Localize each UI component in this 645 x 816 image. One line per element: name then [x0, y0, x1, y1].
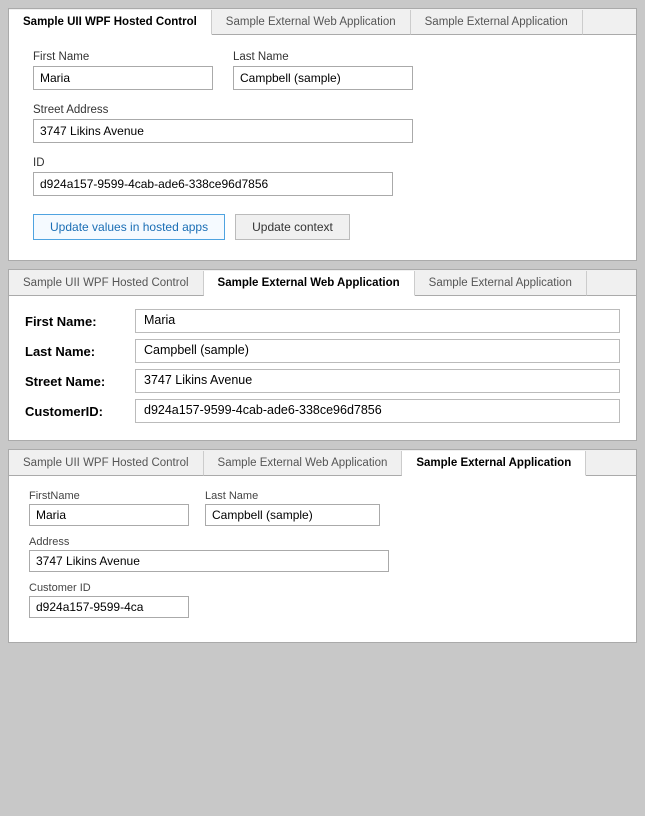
web-row-lastname: Last Name: Campbell (sample) [25, 338, 620, 364]
tab-bar-1: Sample UII WPF Hosted Control Sample Ext… [9, 9, 636, 35]
tab-1-web[interactable]: Sample External Web Application [212, 10, 411, 35]
web-firstname-value: Maria [135, 309, 620, 333]
panel-3: Sample UII WPF Hosted Control Sample Ext… [8, 449, 637, 643]
p3-firstname-field: FirstName [29, 490, 189, 526]
tab-1-wpf[interactable]: Sample UII WPF Hosted Control [9, 10, 212, 35]
first-name-input[interactable] [33, 66, 213, 90]
web-row-firstname: First Name: Maria [25, 308, 620, 334]
panel-3-content: FirstName Last Name Address Customer ID [9, 476, 636, 642]
p3-firstname-input[interactable] [29, 504, 189, 526]
p3-customerid-group: Customer ID [29, 582, 616, 618]
p3-lastname-field: Last Name [205, 490, 380, 526]
p3-firstname-label: FirstName [29, 490, 189, 502]
p3-address-input[interactable] [29, 550, 389, 572]
panel-1: Sample UII WPF Hosted Control Sample Ext… [8, 8, 637, 261]
panel-1-content: First Name Last Name Street Address ID U… [9, 35, 636, 260]
street-group: Street Address [33, 104, 612, 143]
p3-name-group: FirstName Last Name [29, 490, 616, 526]
p3-customerid-label: Customer ID [29, 582, 189, 594]
id-label: ID [33, 157, 393, 169]
p3-customerid-input[interactable] [29, 596, 189, 618]
web-row-customerid: CustomerID: d924a157-9599-4cab-ade6-338c… [25, 398, 620, 424]
web-firstname-label: First Name: [25, 314, 135, 329]
last-name-label: Last Name [233, 51, 413, 63]
tab-3-ext[interactable]: Sample External Application [402, 451, 586, 476]
web-customerid-label: CustomerID: [25, 404, 135, 419]
street-address-label: Street Address [33, 104, 413, 116]
first-name-label: First Name [33, 51, 213, 63]
name-fields-group: First Name Last Name [33, 51, 612, 90]
last-name-field: Last Name [233, 51, 413, 90]
tab-bar-2: Sample UII WPF Hosted Control Sample Ext… [9, 270, 636, 296]
p3-lastname-input[interactable] [205, 504, 380, 526]
p3-customerid-field: Customer ID [29, 582, 189, 618]
update-context-button[interactable]: Update context [235, 214, 350, 240]
tab-1-ext[interactable]: Sample External Application [411, 10, 583, 35]
id-field: ID [33, 157, 393, 196]
p3-address-field: Address [29, 536, 389, 572]
web-row-street: Street Name: 3747 Likins Avenue [25, 368, 620, 394]
tab-2-web[interactable]: Sample External Web Application [204, 271, 415, 296]
first-name-field: First Name [33, 51, 213, 90]
web-customerid-value: d924a157-9599-4cab-ade6-338ce96d7856 [135, 399, 620, 423]
panel-2-content: First Name: Maria Last Name: Campbell (s… [9, 296, 636, 440]
panel-2: Sample UII WPF Hosted Control Sample Ext… [8, 269, 637, 441]
update-hosted-button[interactable]: Update values in hosted apps [33, 214, 225, 240]
tab-bar-3: Sample UII WPF Hosted Control Sample Ext… [9, 450, 636, 476]
tab-3-web[interactable]: Sample External Web Application [204, 451, 403, 476]
tab-2-ext[interactable]: Sample External Application [415, 271, 587, 296]
tab-2-wpf[interactable]: Sample UII WPF Hosted Control [9, 271, 204, 296]
web-street-value: 3747 Likins Avenue [135, 369, 620, 393]
tab-3-wpf[interactable]: Sample UII WPF Hosted Control [9, 451, 204, 476]
id-input[interactable] [33, 172, 393, 196]
p3-lastname-label: Last Name [205, 490, 380, 502]
last-name-input[interactable] [233, 66, 413, 90]
p3-address-group: Address [29, 536, 616, 572]
button-row-1: Update values in hosted apps Update cont… [33, 214, 612, 240]
web-lastname-value: Campbell (sample) [135, 339, 620, 363]
street-address-field: Street Address [33, 104, 413, 143]
p3-address-label: Address [29, 536, 389, 548]
web-street-label: Street Name: [25, 374, 135, 389]
web-lastname-label: Last Name: [25, 344, 135, 359]
id-group: ID [33, 157, 612, 196]
street-address-input[interactable] [33, 119, 413, 143]
